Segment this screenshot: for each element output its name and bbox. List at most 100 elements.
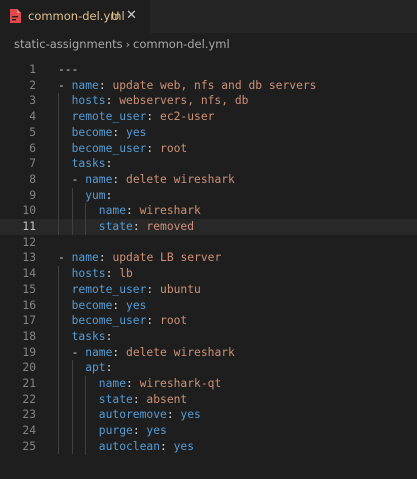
punctuation-token: :: [146, 314, 161, 328]
line-number: 4: [29, 110, 36, 124]
breadcrumb-folder[interactable]: static-assignments: [14, 37, 123, 51]
punctuation-token: :: [105, 267, 120, 281]
breadcrumb-file[interactable]: common-del.yml: [133, 37, 230, 51]
yaml-key-token: yum: [85, 188, 106, 202]
code-line[interactable]: 25 autoclean: yes: [0, 439, 417, 455]
punctuation-token: :: [126, 204, 140, 218]
code-line[interactable]: 22 state: absent: [0, 392, 417, 408]
yaml-key-token: apt: [85, 361, 106, 375]
line-code: - name: delete wireshark: [72, 172, 235, 188]
punctuation-token: :: [132, 424, 147, 438]
line-code: autoremove: yes: [99, 407, 201, 423]
line-code: remote_user: ubuntu: [72, 282, 201, 298]
code-line[interactable]: 5 become: yes: [0, 125, 417, 141]
yaml-key-token: become_user: [71, 314, 147, 328]
yaml-value-token: wireshark-qt: [139, 377, 222, 390]
chevron-right-icon: ›: [125, 37, 131, 51]
code-line[interactable]: 13 - name: update LB server: [0, 250, 417, 266]
yaml-key-token: remote_user: [71, 110, 147, 124]
yaml-file-icon: [10, 9, 21, 23]
line-number: 9: [29, 188, 36, 202]
line-number: 18: [22, 329, 36, 343]
punctuation-token: :: [105, 361, 113, 375]
code-line[interactable]: 20 apt:: [0, 360, 417, 376]
punctuation-token: :: [112, 345, 127, 359]
breadcrumb: static-assignments › common-del.yml: [14, 33, 414, 55]
yaml-key-token: name: [98, 204, 127, 218]
line-code: become_user: root: [72, 313, 188, 329]
yaml-key-token: hosts: [71, 94, 106, 108]
punctuation-token: :: [112, 298, 127, 312]
line-number: 24: [22, 424, 36, 438]
code-line[interactable]: 24 purge: yes: [0, 423, 417, 439]
code-line[interactable]: 3 hosts: webservers, nfs, db: [0, 93, 417, 109]
line-number: 14: [22, 267, 36, 281]
line-number: 25: [22, 439, 36, 453]
yaml-key-token: yes: [173, 439, 195, 453]
editor-tab[interactable]: common-del.yml U ✕: [0, 0, 150, 33]
code-line[interactable]: 23 autoremove: yes: [0, 407, 417, 423]
yaml-key-token: remote_user: [71, 282, 147, 296]
line-number: 16: [22, 298, 36, 312]
line-code: - name: update web, nfs and db servers: [58, 78, 316, 94]
code-line[interactable]: 12: [0, 235, 417, 251]
line-code: name: wireshark-qt: [99, 376, 221, 392]
line-number: 17: [22, 314, 36, 328]
yaml-key-token: name: [71, 78, 99, 92]
code-line[interactable]: 15 remote_user: ubuntu: [0, 282, 417, 298]
code-line[interactable]: 14 hosts: lb: [0, 266, 417, 282]
code-line[interactable]: 16 become: yes: [0, 298, 417, 314]
code-line[interactable]: 19 - name: delete wireshark: [0, 345, 417, 361]
punctuation-token: :: [132, 392, 147, 406]
code-line[interactable]: 18 tasks:: [0, 329, 417, 345]
code-line[interactable]: 4 remote_user: ec2-user: [0, 109, 417, 125]
code-line[interactable]: 2 - name: update web, nfs and db servers: [0, 78, 417, 94]
code-line[interactable]: 11 state: removed: [0, 219, 417, 235]
line-number: 6: [29, 141, 36, 155]
code-line[interactable]: 1 ---: [0, 62, 417, 78]
line-number: 3: [29, 94, 36, 108]
code-line[interactable]: 17 become_user: root: [0, 313, 417, 329]
yaml-value-token: root: [160, 141, 188, 155]
code-line[interactable]: 9 yum:: [0, 188, 417, 204]
yaml-value-token: delete wireshark: [126, 172, 235, 186]
line-code: hosts: webservers, nfs, db: [72, 93, 249, 109]
close-icon[interactable]: ✕: [126, 8, 137, 23]
code-line[interactable]: 8 - name: delete wireshark: [0, 172, 417, 188]
yaml-value-token: wireshark: [139, 204, 201, 218]
yaml-key-token: state: [98, 220, 133, 233]
code-line[interactable]: 10 name: wireshark: [0, 203, 417, 219]
punctuation-token: :: [160, 439, 174, 453]
code-editor[interactable]: 1 --- 2- name: update web, nfs and db serv…: [0, 62, 417, 479]
code-line[interactable]: 7 tasks:: [0, 156, 417, 172]
line-code: - name: delete wireshark: [72, 345, 235, 361]
yaml-value-token: removed: [146, 220, 195, 233]
yaml-key-token: autoclean: [98, 439, 161, 453]
punctuation-token: ---: [58, 63, 79, 76]
yaml-key-token: become: [71, 125, 113, 139]
line-number: 22: [22, 392, 36, 406]
yaml-value-token: root: [160, 314, 188, 328]
line-number: 21: [22, 377, 36, 390]
code-line[interactable]: 6 become_user: root: [0, 141, 417, 157]
yaml-key-token: become: [71, 298, 113, 312]
line-code: become_user: root: [72, 141, 188, 157]
line-code: state: removed: [99, 219, 194, 235]
punctuation-token: :: [166, 408, 181, 422]
line-number: 1: [29, 63, 36, 76]
code-line[interactable]: 21 name: wireshark-qt: [0, 376, 417, 392]
line-number: 11: [22, 220, 36, 233]
yaml-key-token: purge: [98, 424, 133, 438]
line-code: - name: update LB server: [58, 250, 221, 266]
punctuation-token: -: [58, 78, 72, 92]
punctuation-token: :: [146, 110, 161, 124]
line-number: 20: [22, 361, 36, 375]
yaml-key-token: name: [85, 345, 113, 359]
indent-guide: [58, 93, 59, 235]
line-code: autoclean: yes: [99, 439, 194, 455]
yaml-value-token: delete wireshark: [126, 345, 235, 359]
punctuation-token: :: [112, 125, 127, 139]
indent-guide: [85, 203, 86, 235]
line-code: name: wireshark: [99, 203, 201, 219]
yaml-key-token: name: [98, 377, 127, 390]
